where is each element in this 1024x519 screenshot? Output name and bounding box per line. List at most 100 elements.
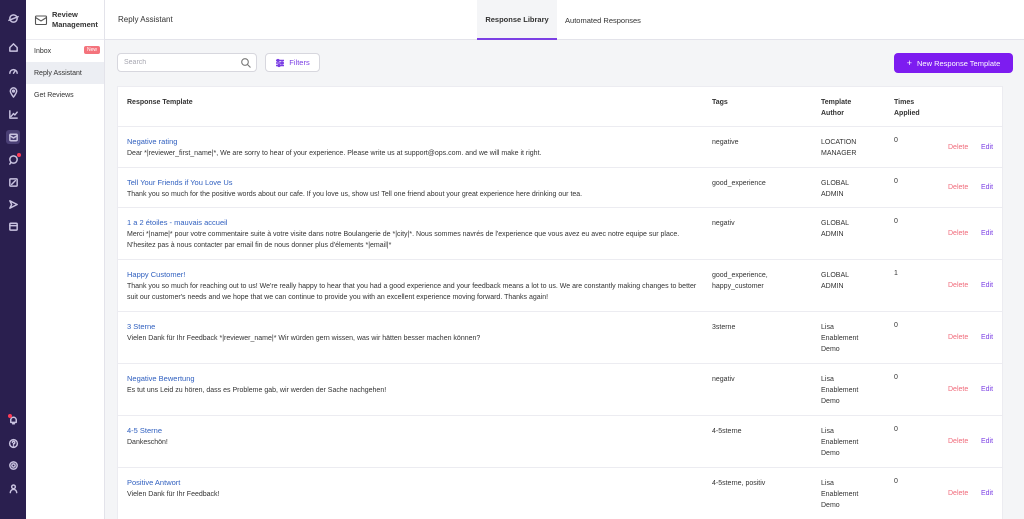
times-header-line2: Applied <box>894 110 920 117</box>
filters-label: Filters <box>289 58 310 67</box>
send-icon[interactable] <box>6 197 20 211</box>
sidebar-item-get-reviews[interactable]: Get Reviews <box>26 84 104 106</box>
dashboard-icon[interactable] <box>6 63 20 77</box>
edit-button[interactable]: Edit <box>981 334 993 341</box>
edit-button[interactable]: Edit <box>981 438 993 445</box>
times-applied: 1 <box>894 270 898 277</box>
template-name-link[interactable]: 1 a 2 étoiles - mauvais accueil <box>127 218 227 227</box>
edit-button[interactable]: Edit <box>981 144 993 151</box>
calendar-icon[interactable] <box>6 219 20 233</box>
template-author: Lisa Enablement Demo <box>821 480 859 509</box>
template-body-text: Thank you so much for the positive words… <box>127 191 583 198</box>
template-author: Lisa Enablement Demo <box>821 428 859 457</box>
new-button-label: New Response Template <box>917 58 1001 68</box>
template-body-text: Vielen Dank für Ihr Feedback *|reviewer_… <box>127 335 481 342</box>
chat-notification-dot <box>17 153 21 157</box>
delete-button[interactable]: Delete <box>948 230 968 237</box>
template-tags: good_experience <box>712 180 766 187</box>
search-box <box>117 53 257 72</box>
table-row: Positive Antwort Vielen Dank für Ihr Feed… <box>118 468 1002 519</box>
sidebar-title-line1: Review <box>52 9 78 19</box>
left-nav-rail <box>0 0 26 519</box>
template-body-text: Dankeschön! <box>127 439 168 446</box>
template-body-text: Merci *|name|* pour votre commentaire su… <box>127 231 680 249</box>
times-header-line1: Times <box>894 99 915 106</box>
tab-automated-responses[interactable]: Automated Responses <box>557 0 649 40</box>
plus-icon: + <box>906 58 912 68</box>
sidebar-title: Review Management <box>52 10 98 30</box>
tab-response-library[interactable]: Response Library <box>477 0 557 40</box>
help-icon[interactable] <box>6 436 20 450</box>
top-bar: Reply Assistant Response Library Automat… <box>105 0 1024 40</box>
template-body-text: Thank you so much for reaching out to us… <box>127 283 697 301</box>
template-body-text: Dear *|reviewer_first_name|*, We are sor… <box>127 150 542 157</box>
template-name-link[interactable]: Positive Antwort <box>127 478 180 487</box>
column-header-author: Template Author <box>821 97 851 119</box>
times-applied: 0 <box>894 178 898 185</box>
settings-icon[interactable] <box>6 458 20 472</box>
template-tags: negative <box>712 139 739 146</box>
times-applied: 0 <box>894 426 898 433</box>
sidebar-item-label: Reply Assistant <box>34 69 82 77</box>
template-author: LOCATION MANAGER <box>821 139 857 157</box>
template-tags: negativ <box>712 376 735 383</box>
template-author: GLOBAL ADMIN <box>821 220 850 238</box>
sidebar-item-inbox[interactable]: Inbox New <box>26 40 104 62</box>
times-applied: 0 <box>894 374 898 381</box>
sidebar-header: Review Management <box>26 0 104 40</box>
sidebar-item-label: Inbox <box>34 47 52 55</box>
delete-button[interactable]: Delete <box>948 282 968 289</box>
delete-button[interactable]: Delete <box>948 438 968 445</box>
template-name-link[interactable]: 3 Sterne <box>127 322 155 331</box>
template-tags: good_experience, happy_customer <box>712 272 768 290</box>
template-tags: 3sterne <box>712 324 736 331</box>
template-name-link[interactable]: Negative rating <box>127 137 177 146</box>
table-row: Happy Customer! Thank you so much for rea… <box>118 260 1002 312</box>
table-row: Tell Your Friends if You Love Us Thank yo… <box>118 168 1002 208</box>
template-author: GLOBAL ADMIN <box>821 180 850 198</box>
delete-button[interactable]: Delete <box>948 334 968 341</box>
new-response-template-button[interactable]: + New Response Template <box>894 53 1013 73</box>
edit-button[interactable]: Edit <box>981 184 993 191</box>
edit-button[interactable]: Edit <box>981 230 993 237</box>
filters-button[interactable]: Filters <box>265 53 320 72</box>
reviews-icon[interactable] <box>6 130 20 144</box>
template-body-text: Es tut uns Leid zu hören, dass es Proble… <box>127 387 387 394</box>
template-tags: 4-5sterne, positiv <box>712 480 766 487</box>
delete-button[interactable]: Delete <box>948 490 968 497</box>
edit-icon[interactable] <box>6 175 20 189</box>
template-name-link[interactable]: Happy Customer! <box>127 270 185 279</box>
sidebar-item-label: Get Reviews <box>34 91 74 99</box>
template-body-text: Vielen Dank für Ihr Feedback! <box>127 491 220 498</box>
search-input[interactable] <box>118 54 233 71</box>
user-icon[interactable] <box>6 481 20 495</box>
delete-button[interactable]: Delete <box>948 386 968 393</box>
edit-button[interactable]: Edit <box>981 282 993 289</box>
home-icon[interactable] <box>6 40 20 54</box>
template-author: GLOBAL ADMIN <box>821 272 850 290</box>
edit-button[interactable]: Edit <box>981 490 993 497</box>
table-row: 4-5 Sterne Dankeschön! 4-5sterne Lisa Enabl… <box>118 416 1002 468</box>
response-templates-table: Response Template Tags Template Author T… <box>117 86 1003 519</box>
location-icon[interactable] <box>6 85 20 99</box>
table-header: Response Template Tags Template Author T… <box>118 87 1002 127</box>
column-header-tags: Tags <box>712 99 728 106</box>
table-row: Negative rating Dear *|reviewer_first_nam… <box>118 127 1002 168</box>
sidebar-title-line2: Management <box>52 19 98 29</box>
page-title: Reply Assistant <box>118 15 173 24</box>
delete-button[interactable]: Delete <box>948 184 968 191</box>
column-header-template: Response Template <box>127 99 193 106</box>
logo-icon[interactable] <box>6 11 20 25</box>
template-name-link[interactable]: 4-5 Sterne <box>127 426 162 435</box>
search-icon[interactable] <box>240 57 252 69</box>
template-name-link[interactable]: Negative Bewertung <box>127 374 195 383</box>
review-management-sidebar: Review Management Inbox New Reply Assist… <box>26 0 105 519</box>
sidebar-item-reply-assistant[interactable]: Reply Assistant <box>26 62 104 84</box>
column-header-times-applied: Times Applied <box>894 97 920 119</box>
chart-icon[interactable] <box>6 107 20 121</box>
delete-button[interactable]: Delete <box>948 144 968 151</box>
template-name-link[interactable]: Tell Your Friends if You Love Us <box>127 178 232 187</box>
template-tags: 4-5sterne <box>712 428 742 435</box>
notification-dot <box>8 414 12 418</box>
edit-button[interactable]: Edit <box>981 386 993 393</box>
